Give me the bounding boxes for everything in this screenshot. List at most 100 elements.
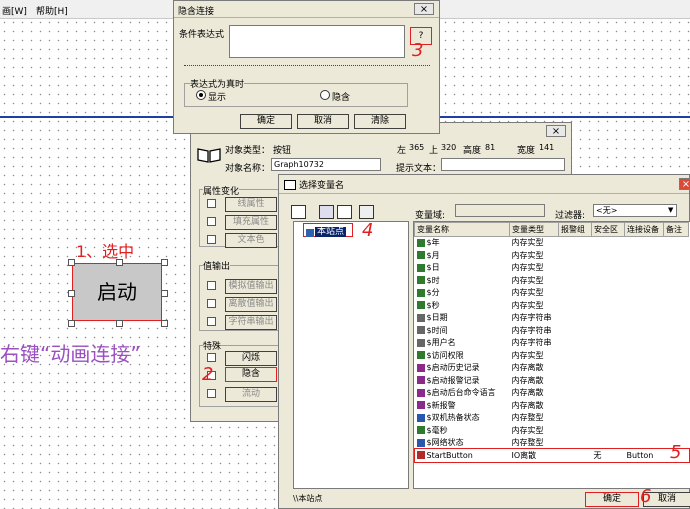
variable-alarm-cell — [559, 412, 592, 425]
separator — [184, 65, 430, 67]
window-icon — [284, 180, 296, 190]
ok-button[interactable]: 确定 — [585, 492, 639, 507]
details-view-icon[interactable] — [359, 205, 374, 219]
condition-expression-field[interactable] — [229, 25, 405, 58]
variable-safe-cell — [592, 236, 625, 249]
column-header[interactable]: 变量类型 — [509, 222, 559, 237]
status-path: \\本站点 — [293, 494, 323, 503]
tooltip-field[interactable] — [441, 158, 565, 171]
string-out-button[interactable]: 字符串输出 — [225, 315, 277, 330]
flash-button[interactable]: 闪烁 — [225, 351, 277, 366]
string-out-checkbox[interactable] — [207, 317, 216, 326]
hide-button[interactable]: 隐含 — [225, 367, 277, 382]
text-color-checkbox[interactable] — [207, 235, 216, 244]
table-row[interactable]: $时 内存实型 — [415, 274, 689, 287]
column-header[interactable]: 备注 — [663, 222, 689, 237]
variable-note-cell — [664, 236, 689, 249]
column-header[interactable]: 安全区 — [591, 222, 625, 237]
variable-type-icon — [416, 313, 425, 322]
column-header[interactable]: 报警组 — [558, 222, 592, 237]
chevron-down-icon[interactable]: ▼ — [668, 206, 673, 214]
variable-name-cell: $网络状态 — [415, 437, 510, 450]
fill-attr-button[interactable]: 填充属性 — [225, 215, 277, 230]
table-row[interactable]: $新报警 内存离散 — [415, 399, 689, 412]
discrete-out-checkbox[interactable] — [207, 299, 216, 308]
variable-type-icon — [416, 388, 425, 397]
variable-type-cell: 内存实型 — [511, 275, 544, 285]
filter-select[interactable]: <无> — [593, 204, 677, 217]
var-domain-label: 变量域: — [415, 211, 446, 221]
variable-type-icon — [416, 276, 425, 285]
variable-note-cell — [664, 362, 689, 375]
var-domain-select[interactable] — [455, 204, 545, 217]
site-tree — [293, 221, 409, 489]
table-row[interactable]: $年 内存实型 — [415, 236, 689, 249]
variable-name-cell: $双机热备状态 — [415, 412, 510, 425]
analog-out-button[interactable]: 模拟值输出 — [225, 279, 277, 294]
show-radio-label: 显示 — [208, 93, 227, 103]
table-row[interactable]: $启动后台命令语言 内存离散 — [415, 387, 689, 400]
menu-window[interactable]: 画[W] — [2, 4, 27, 17]
discrete-out-button[interactable]: 离散值输出 — [225, 297, 277, 312]
variable-name: $时间 — [426, 325, 448, 335]
variable-alarm-cell — [559, 274, 592, 287]
analog-out-checkbox[interactable] — [207, 281, 216, 290]
close-icon[interactable]: × — [679, 178, 690, 190]
variable-note-cell — [664, 274, 689, 287]
site-tree-node[interactable]: 本站点 — [303, 223, 353, 237]
variable-note-cell — [664, 337, 689, 350]
object-type-label: 对象类型： — [225, 146, 271, 156]
close-icon[interactable]: × — [414, 3, 434, 15]
hide-radio[interactable] — [320, 90, 330, 100]
object-name-field[interactable]: Graph10732 — [271, 158, 381, 171]
flash-checkbox[interactable] — [207, 353, 216, 362]
column-header[interactable]: 变量名称 — [414, 222, 510, 237]
table-row[interactable]: $毫秒 内存实型 — [415, 424, 689, 437]
variable-device-cell — [625, 362, 664, 375]
table-row[interactable]: StartButton IO离散 无 Button — [414, 448, 690, 463]
tree-view-icon[interactable] — [291, 205, 306, 219]
variable-type-icon — [416, 426, 425, 435]
list-view-icon[interactable] — [337, 205, 352, 219]
table-row[interactable]: $分 内存实型 — [415, 287, 689, 300]
variable-type-cell: IO离散 — [511, 450, 537, 460]
line-attr-checkbox[interactable] — [207, 199, 216, 208]
table-row[interactable]: $时间 内存字符串 — [415, 324, 689, 337]
table-row[interactable]: $日期 内存字符串 — [415, 312, 689, 325]
table-row[interactable]: $网络状态 内存整型 — [415, 437, 689, 450]
table-row[interactable]: $启动历史记录 内存离散 — [415, 362, 689, 375]
table-row[interactable]: $访问权限 内存实型 — [415, 349, 689, 362]
variable-type-icon — [416, 401, 425, 410]
cancel-button[interactable]: 取消 — [297, 114, 349, 129]
variable-safe-cell — [592, 337, 625, 350]
table-row[interactable]: $日 内存实型 — [415, 262, 689, 275]
table-row[interactable]: $秒 内存实型 — [415, 299, 689, 312]
variable-type-icon — [416, 288, 425, 297]
small-icons-view-icon[interactable] — [319, 205, 334, 219]
table-row[interactable]: $双机热备状态 内存整型 — [415, 412, 689, 425]
flow-button[interactable]: 流动 — [225, 387, 277, 402]
show-radio[interactable] — [196, 90, 206, 100]
column-header[interactable]: 连接设备 — [624, 222, 664, 237]
variable-alarm-cell — [559, 337, 592, 350]
fill-attr-checkbox[interactable] — [207, 217, 216, 226]
menu-help[interactable]: 帮助[H] — [36, 4, 68, 17]
table-row[interactable]: $用户名 内存字符串 — [415, 337, 689, 350]
variable-device-cell — [625, 236, 664, 249]
variable-name: $访问权限 — [426, 350, 464, 360]
ok-button[interactable]: 确定 — [240, 114, 292, 129]
flow-checkbox[interactable] — [207, 389, 216, 398]
line-attr-button[interactable]: 线属性 — [225, 197, 277, 212]
variable-alarm-cell — [559, 349, 592, 362]
table-row[interactable]: $启动报警记录 内存离散 — [415, 374, 689, 387]
variable-device-cell — [625, 437, 664, 450]
variable-note-cell — [664, 412, 689, 425]
close-icon[interactable]: × — [546, 125, 566, 137]
text-color-button[interactable]: 文本色 — [225, 233, 277, 248]
height-label: 高度 — [463, 146, 482, 156]
variable-alarm-cell — [559, 374, 592, 387]
variable-type-cell: 内存实型 — [511, 263, 544, 273]
table-row[interactable]: $月 内存实型 — [415, 249, 689, 262]
clear-button[interactable]: 清除 — [354, 114, 406, 129]
variable-name: $日 — [426, 263, 440, 273]
